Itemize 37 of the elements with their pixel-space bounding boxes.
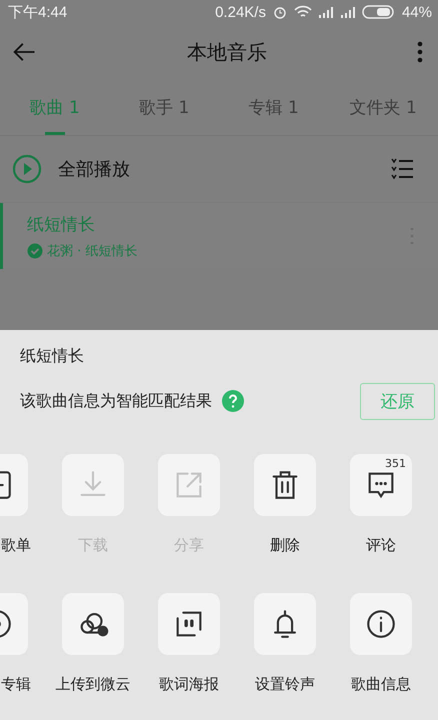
action-label: 删除 [270, 536, 300, 555]
tab[interactable]: 文件夹 1 [328, 80, 438, 135]
action-label: 歌曲信息 [351, 675, 411, 694]
action-tile[interactable] [62, 593, 124, 655]
multi-select-icon[interactable] [390, 158, 414, 180]
action-tile[interactable] [350, 593, 412, 655]
network-speed: 0.24K/s [215, 4, 266, 20]
tab[interactable]: 专辑 1 [219, 80, 328, 135]
action-label: 歌词海报 [159, 675, 219, 694]
sheet-title: 纸短情长 [19, 345, 85, 367]
battery-percent: 44% [402, 4, 432, 20]
action-label: 专辑 [1, 675, 31, 694]
action-tile[interactable] [254, 454, 316, 516]
signal-icon [340, 6, 356, 18]
signal-icon [318, 6, 334, 18]
restore-button[interactable]: 还原 [360, 382, 435, 420]
match-info-text: 该歌曲信息为智能匹配结果 [20, 390, 212, 412]
play-all-label[interactable]: 全部播放 [58, 157, 374, 181]
action-tile[interactable] [158, 593, 220, 655]
comment-count: 351 [385, 457, 406, 470]
song-subtitle: 花粥 · 纸短情长 [47, 242, 138, 260]
info-icon [364, 607, 398, 641]
song-title: 纸短情长 [27, 214, 96, 236]
action-label: 设置铃声 [255, 675, 315, 694]
action-tile[interactable] [254, 593, 316, 655]
action-tile[interactable]: 351 [350, 454, 412, 516]
tab[interactable]: 歌手 1 [110, 80, 219, 135]
help-icon[interactable] [222, 390, 244, 412]
more-icon[interactable] [416, 40, 424, 64]
status-time: 下午4:44 [8, 2, 68, 22]
check-icon [27, 242, 43, 258]
wifi-icon [294, 5, 312, 19]
battery-icon [362, 5, 396, 19]
page-title: 本地音乐 [186, 38, 268, 66]
action-label: 歌单 [1, 536, 31, 555]
action-label: 上传到微云 [56, 675, 130, 694]
action-label: 评论 [366, 536, 396, 555]
